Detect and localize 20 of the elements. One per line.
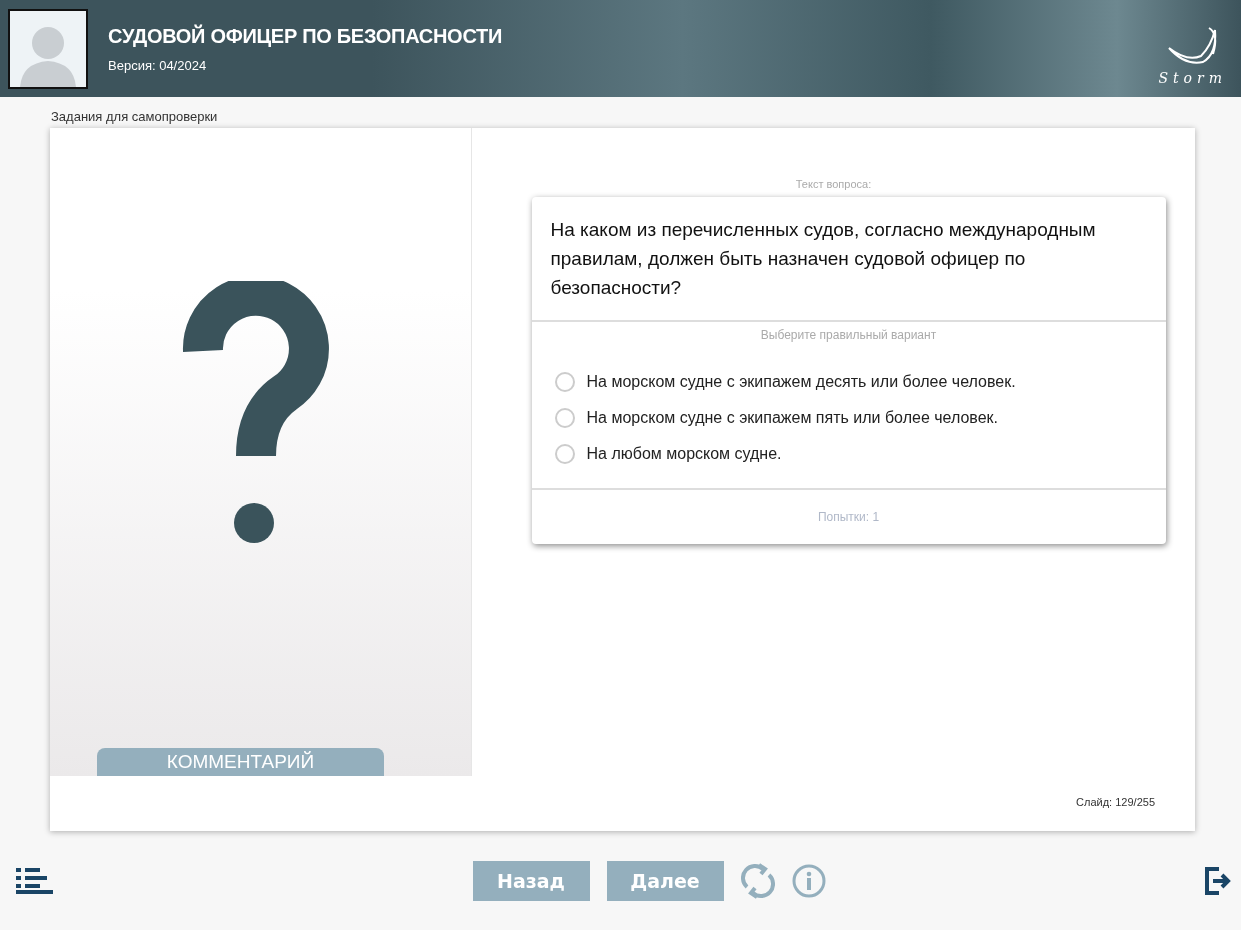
option-label[interactable]: На морском судне с экипажем десять или более человек. [586,373,1016,391]
version-label: Версия: 04/2024 [108,57,208,73]
option-label[interactable]: На морском судне с экипажем пять или более человек. [586,409,999,427]
question-text: На каком из перечисленных судов, согласно международным правилам, должен быть назначен судовой офицер по безопасности? [531,197,1166,322]
exit-icon[interactable] [1205,866,1231,895]
radio-button[interactable] [554,444,575,464]
logo-text: Storm [1158,69,1227,86]
info-icon[interactable] [791,863,826,898]
option-label[interactable]: На любом морском судне. [586,445,782,463]
question-mark-icon [180,281,331,543]
radio-button[interactable] [554,372,575,392]
attempts-counter: Попытки: 1 [816,509,881,526]
answer-hint: Выберите правильный вариант [759,327,938,342]
menu-icon[interactable] [16,867,53,894]
question-caption: Текст вопроса: [795,178,872,190]
section-title: Задания для самопроверки [50,108,219,126]
course-title: СУДОВОЙ ОФИЦЕР ПО БЕЗОПАСНОСТИ [108,24,504,48]
refresh-icon[interactable] [740,862,775,899]
radio-button[interactable] [554,408,575,428]
slide-counter: Слайд: 129/255 [1076,795,1155,808]
